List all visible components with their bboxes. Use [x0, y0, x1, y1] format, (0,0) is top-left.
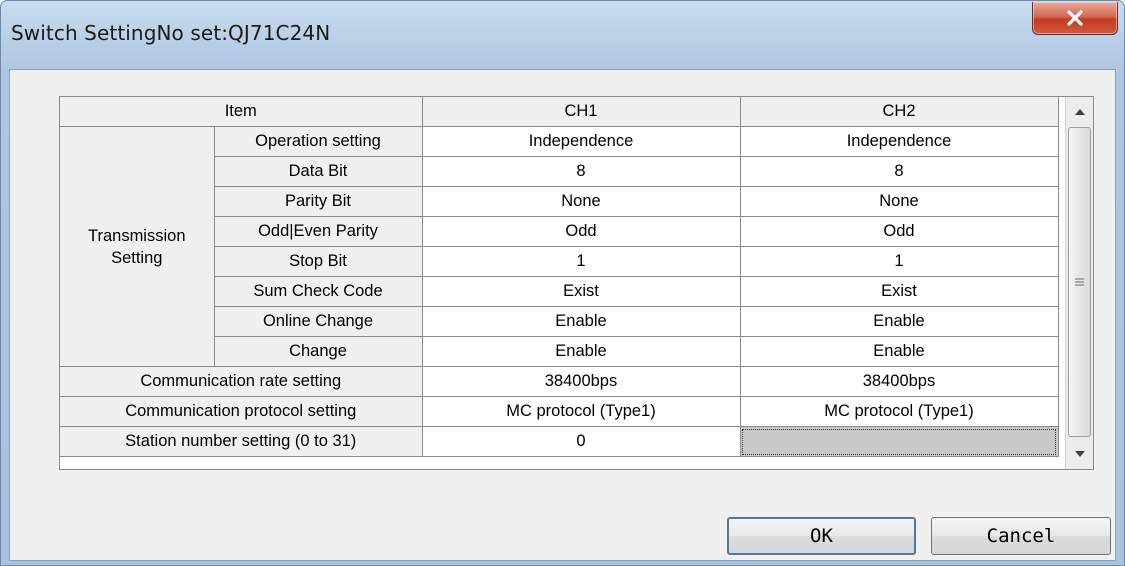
close-button[interactable] [1032, 2, 1118, 35]
row-label-stop-bit: Stop Bit [214, 246, 423, 277]
table-row: Communication rate setting 38400bps 3840… [60, 366, 1059, 397]
cell-ch2-online-change[interactable]: Enable [739, 306, 1059, 337]
header-row: Item CH1 CH2 [60, 97, 1059, 127]
cell-ch2-station-number[interactable] [739, 426, 1059, 457]
scroll-down-button[interactable] [1066, 439, 1093, 468]
cancel-button[interactable]: Cancel [931, 517, 1111, 555]
row-label-online-change: Online Change [214, 306, 423, 337]
cell-ch2-communication-rate[interactable]: 38400bps [739, 366, 1059, 397]
row-label-station-number: Station number setting (0 to 31) [60, 426, 423, 457]
header-item: Item [60, 97, 423, 127]
row-label-communication-rate: Communication rate setting [60, 366, 423, 397]
scroll-thumb[interactable] [1068, 127, 1091, 437]
cell-ch2-sum-check-code[interactable]: Exist [739, 276, 1059, 307]
cell-ch2-data-bit[interactable]: 8 [739, 156, 1059, 187]
cell-ch1-communication-protocol[interactable]: MC protocol (Type1) [421, 396, 741, 427]
cell-ch2-parity-bit[interactable]: None [739, 186, 1059, 217]
window-title: Switch SettingNo set:QJ71C24N [11, 21, 331, 45]
cell-ch1-data-bit[interactable]: 8 [421, 156, 741, 187]
group-label-line2: Setting [111, 248, 163, 267]
group-label-line1: Transmission [88, 226, 186, 245]
row-label-odd-even-parity: Odd|Even Parity [214, 216, 423, 247]
cell-ch2-odd-even-parity[interactable]: Odd [739, 216, 1059, 247]
cell-ch1-online-change[interactable]: Enable [421, 306, 741, 337]
cell-ch1-station-number[interactable]: 0 [421, 426, 741, 457]
cell-ch2-stop-bit[interactable]: 1 [739, 246, 1059, 277]
row-label-communication-protocol: Communication protocol setting [60, 396, 423, 427]
transmission-setting-group-label: Transmission Setting [60, 126, 215, 367]
grip-icon [1075, 278, 1084, 286]
cell-ch2-change[interactable]: Enable [739, 336, 1059, 367]
header-ch1: CH1 [421, 97, 741, 127]
row-label-parity-bit: Parity Bit [214, 186, 423, 217]
cell-ch1-operation-setting[interactable]: Independence [421, 126, 741, 157]
cell-ch1-communication-rate[interactable]: 38400bps [421, 366, 741, 397]
cell-ch1-stop-bit[interactable]: 1 [421, 246, 741, 277]
row-label-sum-check-code: Sum Check Code [214, 276, 423, 307]
dialog-client-area: Item CH1 CH2 Transmission Setting Operat… [9, 69, 1116, 561]
vertical-scrollbar[interactable] [1065, 97, 1093, 469]
table-row: Transmission Setting Operation setting I… [60, 126, 1059, 367]
settings-table: Item CH1 CH2 Transmission Setting Operat… [60, 97, 1059, 457]
cell-ch2-operation-setting[interactable]: Independence [739, 126, 1059, 157]
row-label-operation-setting: Operation setting [213, 126, 423, 157]
cell-ch1-parity-bit[interactable]: None [421, 186, 741, 217]
header-ch2: CH2 [739, 97, 1059, 127]
close-icon [1067, 10, 1083, 26]
switch-setting-grid: Item CH1 CH2 Transmission Setting Operat… [59, 96, 1094, 470]
cell-ch2-communication-protocol[interactable]: MC protocol (Type1) [739, 396, 1059, 427]
table-row: Communication protocol setting MC protoc… [60, 396, 1059, 427]
ok-button[interactable]: OK [727, 517, 916, 555]
scroll-down-arrow-icon [1074, 450, 1085, 457]
row-label-change: Change [214, 336, 423, 367]
cell-ch1-sum-check-code[interactable]: Exist [421, 276, 741, 307]
dialog-window: Switch SettingNo set:QJ71C24N Item CH1 C… [0, 0, 1125, 566]
row-label-data-bit: Data Bit [214, 156, 423, 187]
scroll-up-arrow-icon [1074, 108, 1085, 115]
scroll-up-button[interactable] [1066, 97, 1093, 126]
cell-ch1-change[interactable]: Enable [421, 336, 741, 367]
cell-ch1-odd-even-parity[interactable]: Odd [421, 216, 741, 247]
table-row: Station number setting (0 to 31) 0 [60, 426, 1059, 457]
